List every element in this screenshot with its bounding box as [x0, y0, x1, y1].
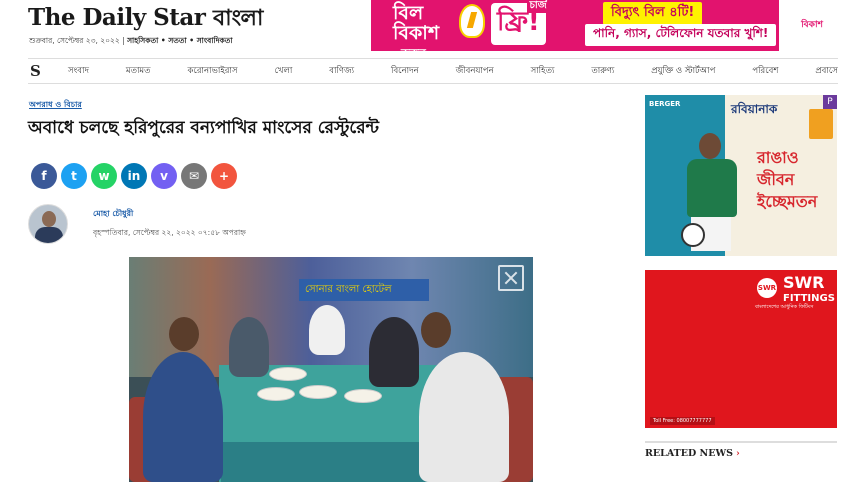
facebook-icon[interactable]: f — [31, 163, 57, 189]
author-name-link[interactable]: মোহা চৌধুরী — [93, 208, 133, 221]
nav-item-coronavirus[interactable]: করোনাভাইরাস — [187, 64, 237, 78]
avatar-body — [35, 227, 63, 243]
whatsapp-icon[interactable]: w — [91, 163, 117, 189]
ad-bill-text: বিল বিকাশ করুন — [393, 3, 439, 51]
player-head — [699, 133, 721, 159]
paint-bucket-icon — [809, 109, 833, 139]
football-icon — [681, 223, 705, 247]
top-banner-ad[interactable]: বিল বিকাশ করুন চার্জ ফ্রি! বিদ্যুৎ বিল ৪… — [371, 0, 779, 51]
logo-bn: বাংলা — [212, 6, 263, 31]
swr-brand: SWR FITTINGS — [783, 275, 835, 307]
expand-icon[interactable] — [498, 265, 524, 291]
nav-item-business[interactable]: বাণিজ্য — [329, 64, 354, 78]
photo-person-head — [169, 317, 199, 351]
ad-brand: রবিয়ানাক — [731, 102, 778, 116]
photo-person — [419, 352, 509, 482]
ad-bill-line1: বিল — [393, 2, 424, 24]
nav-menu: সংবাদ মতামত করোনাভাইরাস খেলা বাণিজ্য বিন… — [68, 64, 838, 78]
nav-item-opinion[interactable]: মতামত — [126, 64, 151, 78]
ad-box-utilities: পানি, গ্যাস, টেলিফোন যতবার খুশি! — [585, 24, 777, 46]
more-share-icon[interactable]: + — [211, 163, 237, 189]
swr-tagline: বাংলাদেশের আধুনিক ফিটিংস — [755, 304, 814, 310]
berger-logo: BERGER — [649, 100, 681, 108]
ad-badge: P — [823, 95, 837, 109]
ad-bill-line2: বিকাশ — [393, 22, 440, 44]
photo-person — [309, 305, 345, 355]
author-avatar[interactable] — [28, 204, 68, 244]
photo-person — [229, 317, 269, 377]
nav-item-literature[interactable]: সাহিত্য — [531, 64, 555, 78]
email-icon[interactable]: ✉ — [181, 163, 207, 189]
main-nav: S সংবাদ মতামত করোনাভাইরাস খেলা বাণিজ্য ব… — [28, 58, 838, 84]
linkedin-icon[interactable]: in — [121, 163, 147, 189]
ad-player-image — [677, 123, 739, 255]
site-logo[interactable]: The Daily Star বাংলা — [28, 1, 263, 38]
nav-item-abroad[interactable]: প্রবাসে — [815, 64, 838, 78]
ad-slogan: রাঙাও জীবন ইচ্ছেমতন — [757, 148, 818, 211]
lightbulb-icon — [459, 4, 485, 38]
photo-plate — [299, 385, 337, 399]
article-photo[interactable]: সোনার বাংলা হোটেল — [129, 257, 533, 482]
nav-item-lifestyle[interactable]: জীবনযাপন — [456, 64, 494, 78]
nav-item-news[interactable]: সংবাদ — [68, 64, 89, 78]
swr-logo-icon: SWR — [757, 278, 777, 298]
swr-tollfree: Toll Free: 08007777777 — [650, 417, 715, 425]
nav-item-environment[interactable]: পরিবেশ — [752, 64, 778, 78]
photo-plate — [344, 389, 382, 403]
photo-person-head — [421, 312, 451, 348]
logo-en: The Daily Star — [28, 4, 206, 31]
photo-person — [143, 352, 223, 482]
nav-item-entertainment[interactable]: বিনোদন — [391, 64, 419, 78]
photo-table-edge — [221, 442, 451, 482]
bkash-logo[interactable]: বিকাশ — [786, 6, 838, 42]
nav-item-youth[interactable]: তারুণ্য — [591, 64, 614, 78]
publish-time: বৃহস্পতিবার, সেপ্টেম্বর ২২, ২০২২ ০৭:৫৮ অ… — [93, 228, 246, 237]
chevron-right-icon: › — [735, 448, 740, 459]
ad-free-badge: চার্জ ফ্রি! — [491, 0, 550, 45]
nav-item-tech[interactable]: প্রযুক্তি ও স্টার্টআপ — [651, 64, 715, 78]
article-headline: অবাধে চলছে হরিপুরের বন্যপাখির মাংসের রেস… — [28, 118, 379, 138]
photo-plate — [269, 367, 307, 381]
sidebar-ad-berger[interactable]: BERGER রবিয়ানাক P রাঙাও জীবন ইচ্ছেমতন — [645, 95, 837, 256]
nav-item-sports[interactable]: খেলা — [274, 64, 292, 78]
ad-bill-line3: করুন — [401, 43, 439, 51]
avatar-head — [42, 211, 56, 227]
twitter-icon[interactable]: t — [61, 163, 87, 189]
player-jersey — [687, 159, 737, 217]
swr-name: SWR — [783, 273, 825, 292]
dateline: শুক্রবার, সেপ্টেম্বর ২৩, ২০২২ | সাহসিকতা… — [29, 36, 233, 48]
current-date: শুক্রবার, সেপ্টেম্বর ২৩, ২০২২ | — [29, 36, 125, 45]
article-category-link[interactable]: অপরাধ ও বিচার — [29, 99, 82, 112]
viber-icon[interactable]: v — [151, 163, 177, 189]
photo-shop-sign: সোনার বাংলা হোটেল — [299, 279, 429, 301]
related-news-label: RELATED NEWS — [645, 448, 733, 459]
motto: সাহসিকতা • সততা • সাংবাদিকতা — [127, 36, 233, 45]
photo-plate — [257, 387, 295, 401]
ad-charge-label: চার্জ — [526, 0, 550, 13]
share-bar: f t w in v ✉ + — [31, 163, 237, 189]
sidebar-ad-swr[interactable]: SWR SWR FITTINGS বাংলাদেশের আধুনিক ফিটিং… — [645, 270, 837, 428]
photo-person — [369, 317, 419, 387]
ad-box-electricity: বিদ্যুৎ বিল ৪টি! — [603, 2, 703, 25]
related-news-heading[interactable]: RELATED NEWS › — [645, 441, 837, 459]
star-logo-icon[interactable]: S — [30, 62, 52, 80]
